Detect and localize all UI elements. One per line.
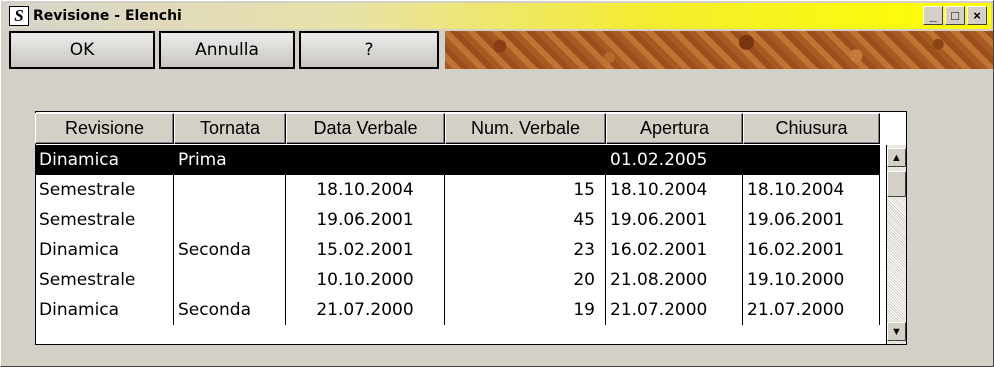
table-row[interactable]: Semestrale 19.06.2001 45 19.06.2001 19.0…: [35, 205, 880, 235]
window-controls: _ □ ×: [923, 6, 987, 25]
cell-revisione: Dinamica: [35, 235, 174, 265]
column-header-num-verbale[interactable]: Num. Verbale: [445, 113, 606, 144]
title-bar[interactable]: S Revisione - Elenchi _ □ ×: [3, 3, 991, 29]
cell-apertura: 18.10.2004: [606, 175, 743, 205]
cell-num-verbale: 23: [445, 235, 606, 265]
table-header: Revisione Tornata Data Verbale Num. Verb…: [35, 113, 880, 144]
cell-revisione: Semestrale: [35, 265, 174, 295]
cell-data-verbale: 15.02.2001: [286, 235, 445, 265]
table-body: Dinamica Prima 01.02.2005 Semestrale 18.…: [35, 145, 880, 325]
dialog-window: S Revisione - Elenchi _ □ × OK Annulla ?…: [0, 0, 994, 367]
cell-apertura: 21.07.2000: [606, 295, 743, 325]
toolbar: OK Annulla ?: [9, 31, 443, 69]
column-header-data-verbale[interactable]: Data Verbale: [286, 113, 445, 144]
minimize-button[interactable]: _: [923, 6, 943, 25]
table-row[interactable]: Semestrale 18.10.2004 15 18.10.2004 18.1…: [35, 175, 880, 205]
cell-data-verbale: 10.10.2000: [286, 265, 445, 295]
cell-chiusura: 19.10.2000: [743, 265, 880, 295]
cell-data-verbale: 19.06.2001: [286, 205, 445, 235]
decorative-texture-banner: [445, 31, 993, 69]
cell-revisione: Dinamica: [35, 295, 174, 325]
vertical-scrollbar[interactable]: ▲ ▼: [886, 145, 906, 344]
table-row[interactable]: Semestrale 10.10.2000 20 21.08.2000 19.1…: [35, 265, 880, 295]
cell-num-verbale: 20: [445, 265, 606, 295]
cell-num-verbale: 45: [445, 205, 606, 235]
cell-apertura: 19.06.2001: [606, 205, 743, 235]
cell-data-verbale: 21.07.2000: [286, 295, 445, 325]
close-button[interactable]: ×: [967, 6, 987, 25]
cell-data-verbale: [286, 145, 445, 175]
cell-tornata: [174, 205, 286, 235]
column-header-revisione[interactable]: Revisione: [35, 113, 174, 144]
cell-num-verbale: 19: [445, 295, 606, 325]
cell-tornata: Seconda: [174, 235, 286, 265]
cell-revisione: Semestrale: [35, 175, 174, 205]
window-title: Revisione - Elenchi: [33, 8, 182, 24]
app-logo-icon[interactable]: S: [9, 6, 29, 26]
maximize-button[interactable]: □: [945, 6, 965, 25]
ok-button[interactable]: OK: [9, 31, 155, 69]
cell-revisione: Semestrale: [35, 205, 174, 235]
cell-chiusura: 19.06.2001: [743, 205, 880, 235]
cell-chiusura: [743, 145, 880, 175]
table-row[interactable]: Dinamica Seconda 15.02.2001 23 16.02.200…: [35, 235, 880, 265]
cancel-button[interactable]: Annulla: [159, 31, 295, 69]
scroll-down-arrow-icon[interactable]: ▼: [887, 322, 906, 341]
help-button[interactable]: ?: [299, 31, 439, 69]
column-header-apertura[interactable]: Apertura: [606, 113, 743, 144]
cell-apertura: 16.02.2001: [606, 235, 743, 265]
table-row[interactable]: Dinamica Seconda 21.07.2000 19 21.07.200…: [35, 295, 880, 325]
scrollbar-thumb[interactable]: [887, 171, 906, 197]
cell-num-verbale: 15: [445, 175, 606, 205]
scroll-up-arrow-icon[interactable]: ▲: [887, 148, 906, 167]
cell-tornata: Seconda: [174, 295, 286, 325]
cell-chiusura: 18.10.2004: [743, 175, 880, 205]
cell-tornata: Prima: [174, 145, 286, 175]
table-row[interactable]: Dinamica Prima 01.02.2005: [35, 145, 880, 175]
column-header-tornata[interactable]: Tornata: [174, 113, 286, 144]
cell-apertura: 01.02.2005: [606, 145, 743, 175]
cell-num-verbale: [445, 145, 606, 175]
cell-tornata: [174, 265, 286, 295]
cell-chiusura: 21.07.2000: [743, 295, 880, 325]
cell-apertura: 21.08.2000: [606, 265, 743, 295]
column-header-chiusura[interactable]: Chiusura: [743, 113, 880, 144]
cell-data-verbale: 18.10.2004: [286, 175, 445, 205]
cell-chiusura: 16.02.2001: [743, 235, 880, 265]
cell-revisione: Dinamica: [35, 145, 174, 175]
cell-tornata: [174, 175, 286, 205]
